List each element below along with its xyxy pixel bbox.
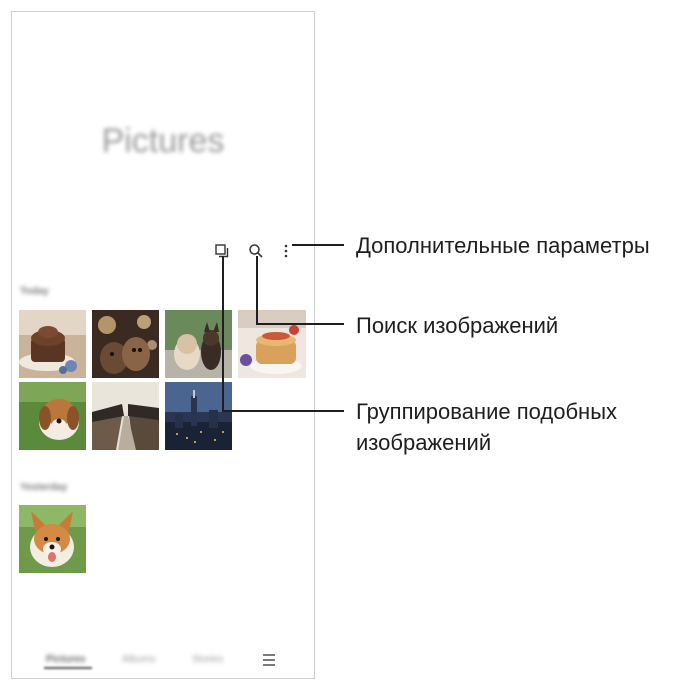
callout-line-more-options: [292, 244, 344, 246]
thumbnail-dogs-with-sparkles[interactable]: [92, 310, 159, 378]
callout-more-options: Дополнительные параметры: [356, 233, 650, 258]
callout-group-line2: изображений: [356, 430, 492, 455]
thumbnail-chocolate-cake[interactable]: [19, 310, 86, 378]
section-label-yesterday: Yesterday: [20, 482, 68, 493]
thumbnail-pancakes[interactable]: [238, 310, 306, 378]
phone-screen: Pictures Today Yesterday Pictures Albums…: [11, 11, 315, 679]
tab-albums[interactable]: Albums: [122, 654, 155, 665]
tab-stories[interactable]: Stories: [192, 654, 223, 665]
app-title: Pictures: [101, 122, 225, 160]
thumbnail-corgi[interactable]: [19, 505, 86, 573]
tab-pictures[interactable]: Pictures: [46, 654, 85, 665]
callout-search: Поиск изображений: [356, 313, 559, 338]
callout-line-search-horizontal: [256, 323, 344, 325]
callout-line-group-vertical: [222, 256, 224, 412]
section-label-today: Today: [20, 286, 49, 297]
thumbnail-village-road[interactable]: [92, 382, 159, 450]
callout-line-search-vertical: [256, 256, 258, 325]
callout-line-group-horizontal: [222, 410, 344, 412]
callout-group-line1: Группирование подобных: [356, 399, 618, 424]
menu-icon[interactable]: [262, 653, 276, 667]
tab-pictures-underline: [44, 667, 92, 669]
thumbnail-beagle-on-grass[interactable]: [19, 382, 86, 450]
